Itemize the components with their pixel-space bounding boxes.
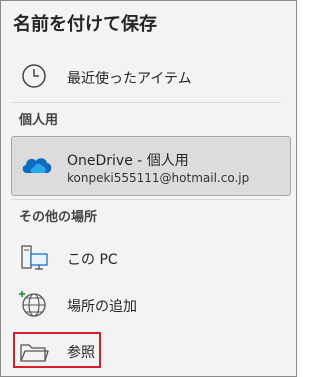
personal-section-header: 個人用 bbox=[19, 113, 59, 128]
add-place-item[interactable]: 場所の追加 bbox=[1, 285, 291, 325]
clock-icon bbox=[19, 61, 49, 91]
save-as-panel: 名前を付けて保存 最近使ったアイテム 個人用 OneDrive - 個人用 ko… bbox=[0, 0, 297, 377]
recent-items-label: 最近使ったアイテム bbox=[67, 71, 192, 87]
onedrive-cloud-icon bbox=[20, 151, 54, 179]
panel-title: 名前を付けて保存 bbox=[13, 14, 157, 35]
divider bbox=[11, 102, 281, 103]
onedrive-title: OneDrive - 個人用 bbox=[67, 153, 189, 169]
folder-icon bbox=[19, 337, 49, 367]
onedrive-email: konpeki555111@hotmail.co.jp bbox=[67, 171, 250, 185]
this-pc-label: この PC bbox=[67, 252, 118, 268]
onedrive-item[interactable]: OneDrive - 個人用 konpeki555111@hotmail.co.… bbox=[11, 136, 291, 196]
this-pc-item[interactable]: この PC bbox=[1, 237, 291, 277]
divider bbox=[11, 199, 281, 200]
globe-plus-icon bbox=[19, 289, 49, 319]
browse-item[interactable]: 参照 bbox=[1, 333, 291, 367]
computer-icon bbox=[19, 243, 49, 273]
other-locations-header: その他の場所 bbox=[19, 210, 98, 225]
recent-items-item[interactable]: 最近使ったアイテム bbox=[1, 57, 291, 97]
add-place-label: 場所の追加 bbox=[67, 299, 137, 315]
browse-label: 参照 bbox=[67, 345, 95, 361]
